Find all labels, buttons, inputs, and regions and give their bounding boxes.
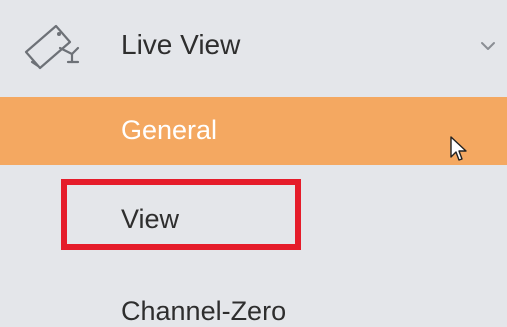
menu-header-live-view[interactable]: Live View xyxy=(0,0,507,94)
live-view-menu: Live View General View Channel-Zero xyxy=(0,0,507,326)
camera-icon xyxy=(22,22,84,70)
submenu-item-label: General xyxy=(121,115,218,145)
mouse-cursor-icon xyxy=(449,135,469,163)
chevron-down-icon[interactable] xyxy=(480,38,496,50)
submenu-item-channel-zero[interactable]: Channel-Zero xyxy=(0,270,507,326)
submenu-item-label: Channel-Zero xyxy=(121,296,287,326)
menu-header-label: Live View xyxy=(121,29,241,60)
submenu-item-general[interactable]: General xyxy=(0,97,507,165)
highlight-annotation-box xyxy=(61,179,301,250)
